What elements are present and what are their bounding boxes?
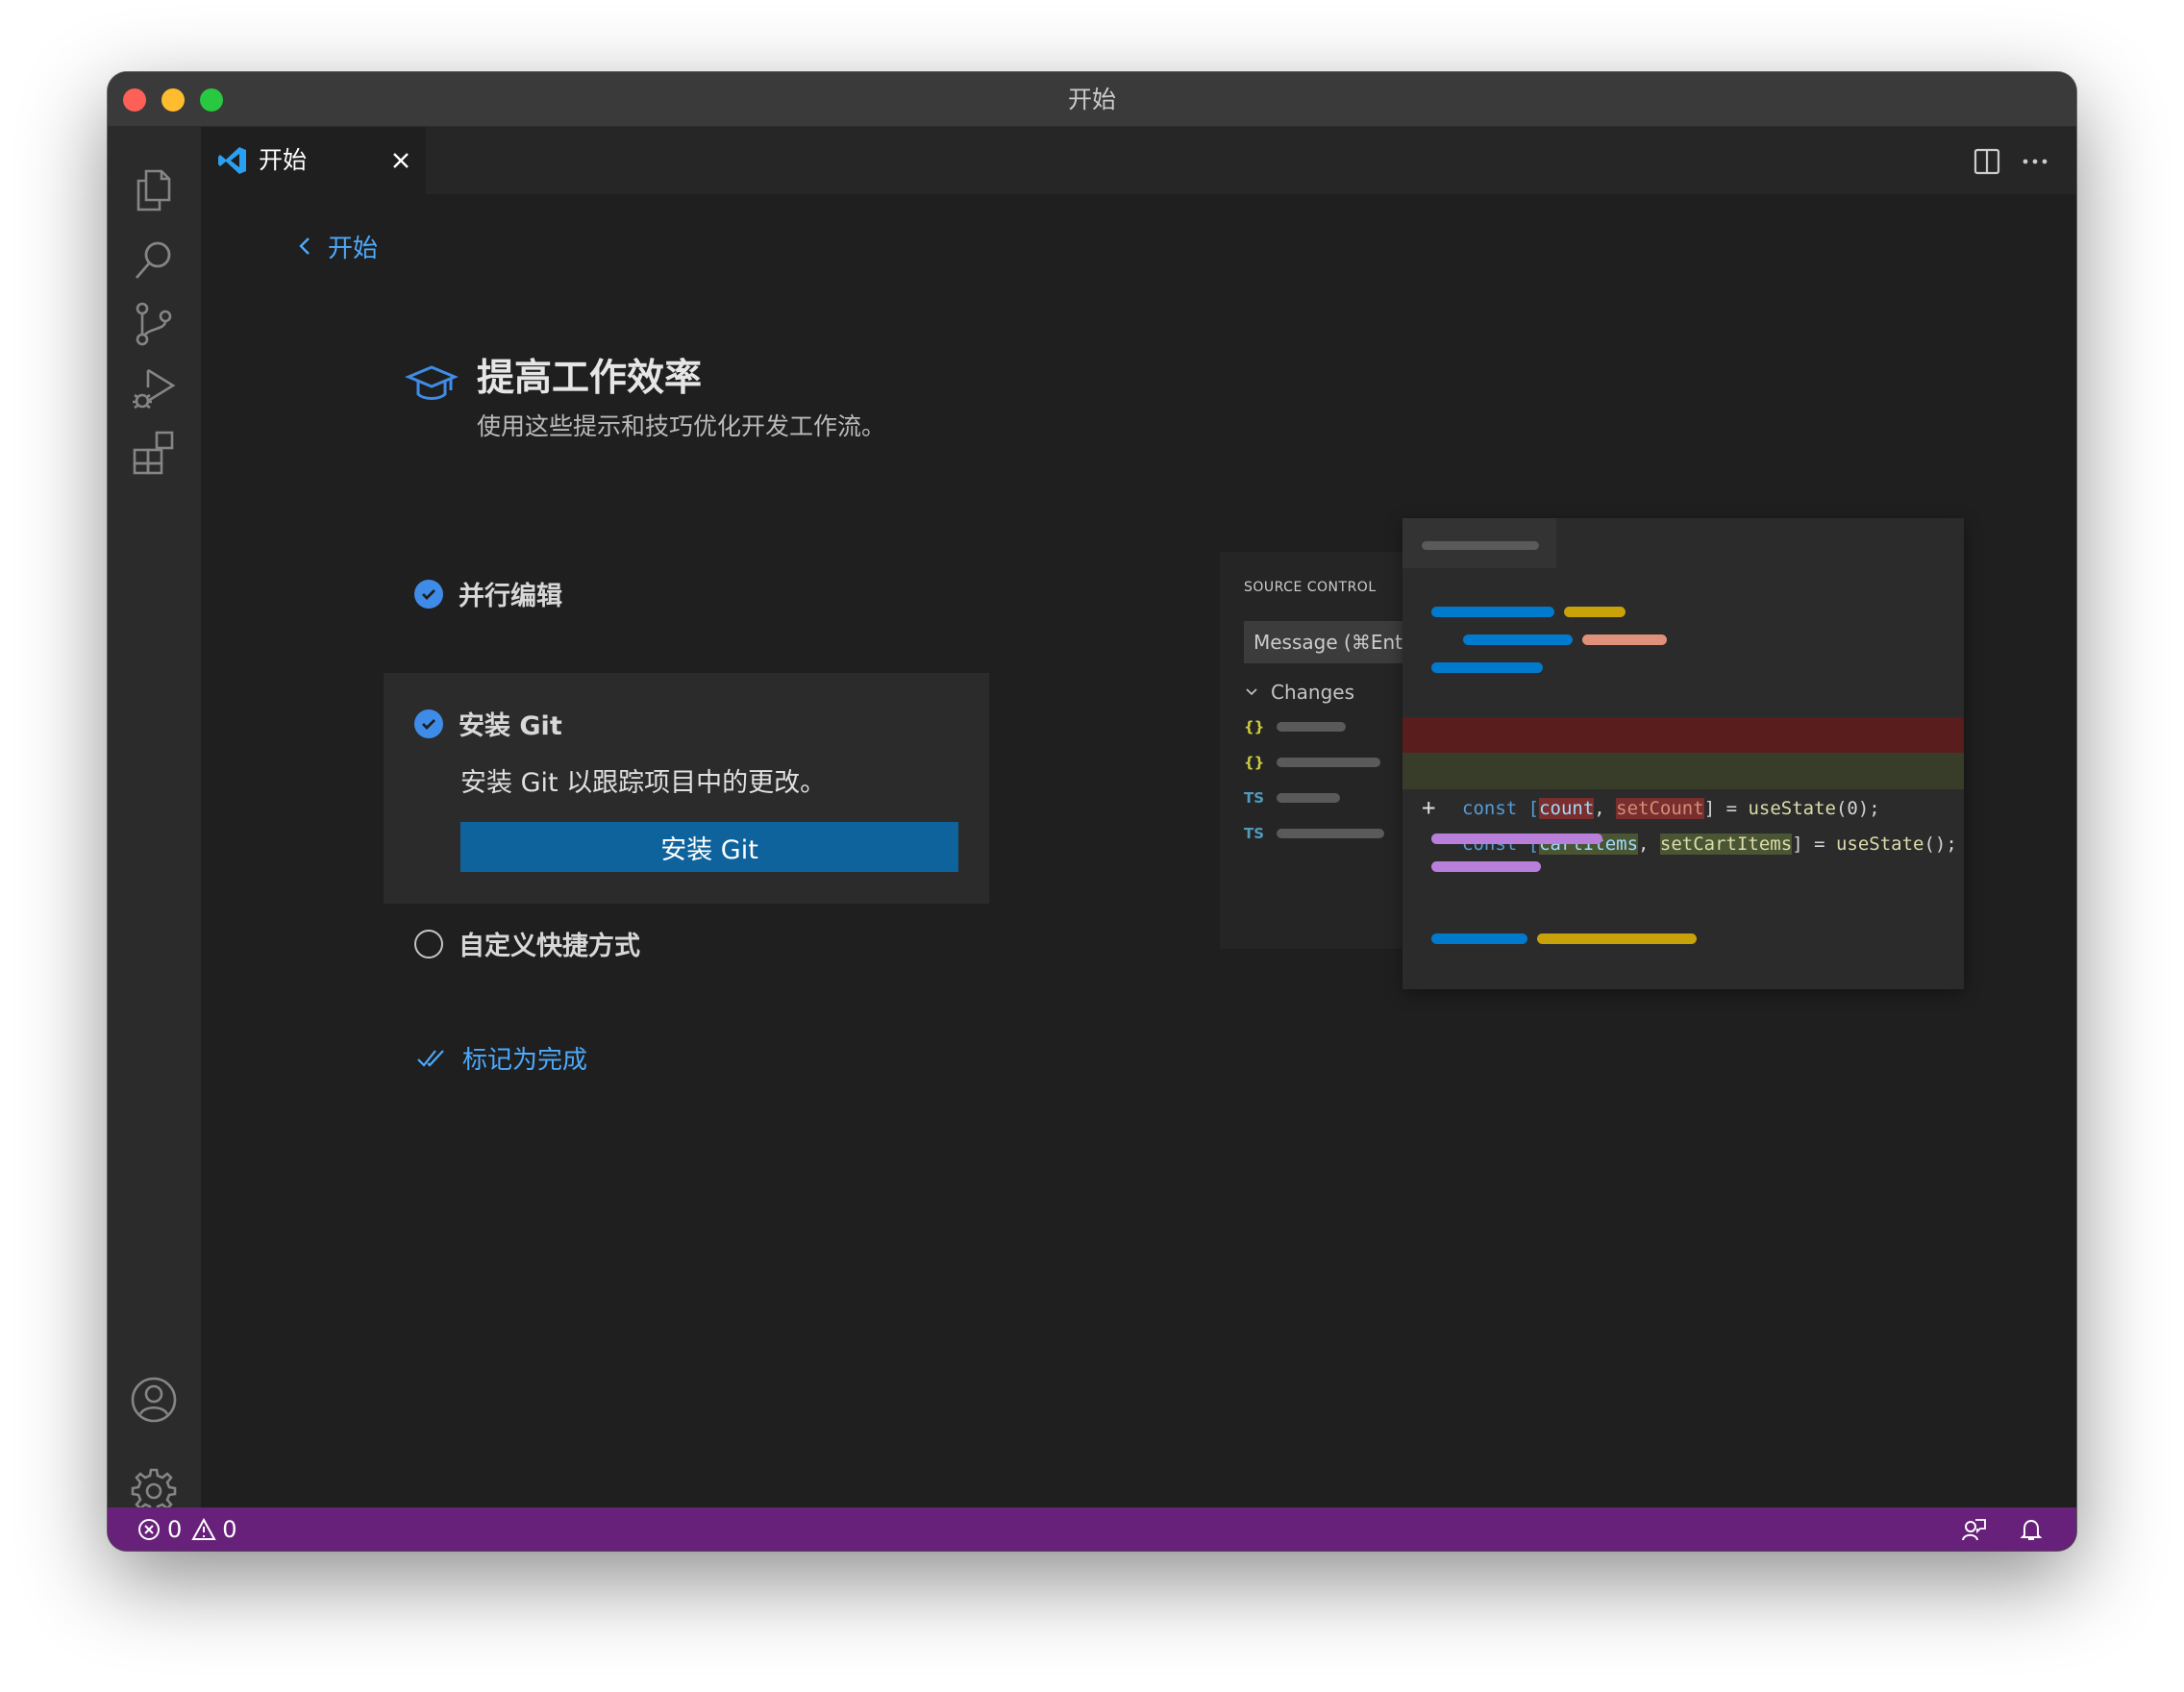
scm-file-row: TS xyxy=(1244,788,1340,808)
run-debug-icon[interactable] xyxy=(129,362,179,412)
code-tab-placeholder xyxy=(1402,518,1556,568)
vscode-logo-icon xyxy=(218,147,246,174)
scm-file-row: TS xyxy=(1244,824,1384,843)
problems-indicator[interactable]: 0 0 xyxy=(136,1507,237,1551)
diff-removed-line: — const [count, setCount] = useState(0); xyxy=(1402,717,1964,819)
scm-changes-label: Changes xyxy=(1271,681,1354,704)
scm-message-input: Message (⌘Ente xyxy=(1244,621,1407,663)
scm-changes-header: Changes xyxy=(1244,681,1354,704)
diff-added-line: + const [cartItems, setCartItems] = useS… xyxy=(1402,753,1964,855)
mark-done-label: 标记为完成 xyxy=(462,1046,588,1075)
walkthrough-title: 提高工作效率 xyxy=(477,357,703,400)
scm-file-row: {} xyxy=(1244,717,1346,736)
window-title: 开始 xyxy=(1067,86,1116,113)
double-check-icon xyxy=(417,1049,444,1067)
step-custom-shortcuts[interactable]: 自定义快捷方式 xyxy=(414,925,640,962)
error-count: 0 xyxy=(167,1515,183,1543)
extensions-icon[interactable] xyxy=(129,427,179,477)
notifications-bell-icon[interactable] xyxy=(2019,1507,2044,1551)
unchecked-circle-icon xyxy=(414,929,443,958)
feedback-icon[interactable] xyxy=(1961,1507,1986,1551)
warning-icon xyxy=(191,1517,216,1540)
split-editor-icon[interactable] xyxy=(1973,147,2001,176)
step-label: 并行编辑 xyxy=(459,582,562,611)
source-control-illustration: SOURCE CONTROL Message (⌘Ente Changes {}… xyxy=(1220,552,1407,949)
error-icon xyxy=(138,1518,160,1540)
typescript-file-icon: TS xyxy=(1244,825,1265,842)
install-git-button[interactable]: 安装 Git xyxy=(460,822,958,872)
json-file-icon: {} xyxy=(1244,754,1265,771)
checkmark-icon xyxy=(414,579,443,609)
close-icon[interactable] xyxy=(389,149,412,172)
chevron-left-icon xyxy=(299,237,310,255)
title-bar: 开始 xyxy=(108,72,2076,127)
source-control-icon[interactable] xyxy=(129,299,179,349)
checkmark-icon xyxy=(414,709,443,738)
search-icon[interactable] xyxy=(129,236,179,286)
step-label: 自定义快捷方式 xyxy=(459,932,640,961)
mark-done-link[interactable]: 标记为完成 xyxy=(416,1040,587,1076)
status-bar: 0 0 xyxy=(108,1507,2076,1551)
typescript-file-icon: TS xyxy=(1244,789,1265,807)
warning-count: 0 xyxy=(222,1515,237,1543)
scm-file-row: {} xyxy=(1244,753,1380,772)
step-install-git[interactable]: 安装 Git xyxy=(414,705,562,742)
account-icon[interactable] xyxy=(129,1375,179,1425)
walkthrough-subtitle: 使用这些提示和技巧优化开发工作流。 xyxy=(477,412,886,440)
mortarboard-icon xyxy=(405,365,459,400)
diff-editor-illustration: — const [count, setCount] = useState(0);… xyxy=(1402,518,1964,989)
scm-title: SOURCE CONTROL xyxy=(1244,580,1377,595)
back-label: 开始 xyxy=(328,234,379,263)
vscode-window: 开始 开始 开始 提高工作效率 使用这些提示和技巧优化开发工作流。 并行编辑 安… xyxy=(108,72,2076,1551)
tab-getting-started[interactable]: 开始 xyxy=(201,127,426,194)
step-description: 安装 Git 以跟踪项目中的更改。 xyxy=(460,768,827,798)
json-file-icon: {} xyxy=(1244,718,1265,735)
tab-label: 开始 xyxy=(259,146,308,174)
chevron-down-icon xyxy=(1246,688,1257,696)
step-install-git-card: 安装 Git 安装 Git 以跟踪项目中的更改。 安装 Git xyxy=(384,673,989,904)
files-icon[interactable] xyxy=(129,165,179,215)
welcome-editor: 开始 提高工作效率 使用这些提示和技巧优化开发工作流。 并行编辑 安装 Git … xyxy=(201,194,2076,1551)
step-label: 安装 Git xyxy=(459,711,562,741)
tab-bar: 开始 xyxy=(201,127,2076,194)
activity-bar xyxy=(108,127,201,1551)
more-actions-icon[interactable] xyxy=(2021,147,2049,176)
back-link[interactable]: 开始 xyxy=(297,227,378,265)
step-parallel-editing[interactable]: 并行编辑 xyxy=(414,575,562,612)
